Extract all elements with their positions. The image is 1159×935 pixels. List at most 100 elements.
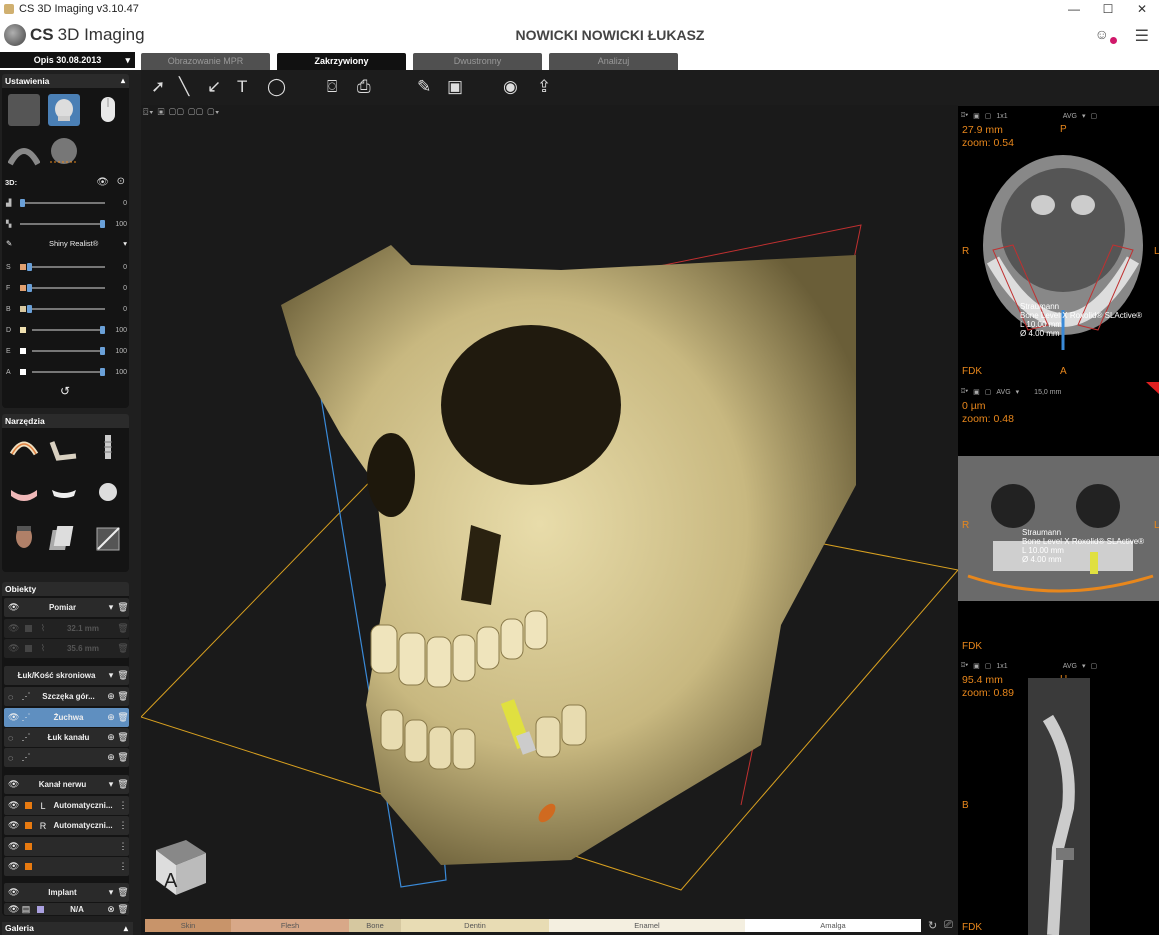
trash-icon[interactable]: 🗑: [117, 670, 129, 681]
save-icon[interactable]: ⎚: [944, 919, 953, 932]
cephalo-icon[interactable]: [48, 136, 80, 168]
orientation-cube-icon[interactable]: A: [156, 840, 206, 895]
share-icon[interactable]: ⇪: [537, 77, 551, 97]
axial-view-toolbar[interactable]: ⌼▾ ▣ ▢ 1x1 AVG ▾ ▢: [958, 108, 1159, 124]
export-icon[interactable]: ⎙: [357, 77, 371, 97]
crown-icon[interactable]: [92, 476, 124, 508]
trash-icon[interactable]: 🗑: [117, 752, 129, 763]
channel-slider-e[interactable]: E 100: [6, 344, 127, 358]
cut-tool-icon[interactable]: [92, 522, 124, 554]
nerve-row-right[interactable]: 👁 R Automatyczni... ⋮: [4, 816, 129, 835]
tools-panel: Narzędzia: [2, 414, 129, 572]
minimize-button[interactable]: —: [1057, 0, 1091, 18]
measure-row[interactable]: 👁 ⌇ 35.6 mm 🗑: [4, 639, 129, 658]
arch-row-mandible[interactable]: 👁 ⋰ Żuchwa ⊕ 🗑: [4, 708, 129, 727]
slices-icon[interactable]: [48, 522, 80, 554]
date-select[interactable]: Opis 30.08.2013: [0, 52, 135, 68]
arrow-tool-icon[interactable]: ↙: [207, 77, 221, 97]
reset-icon[interactable]: ↺: [60, 384, 70, 398]
trash-icon[interactable]: 🗑: [117, 732, 129, 743]
trash-icon[interactable]: 🗑: [117, 643, 129, 654]
preset-select[interactable]: ✎ Shiny Realist® ▾: [6, 236, 127, 250]
eye-icon[interactable]: 👁: [96, 177, 109, 188]
tools-header[interactable]: Narzędzia: [2, 414, 129, 428]
label-3d: 3D:: [5, 178, 18, 187]
trash-icon[interactable]: 🗑: [117, 691, 129, 702]
trash-icon[interactable]: 🗑: [117, 712, 129, 723]
channel-slider-a[interactable]: A 100: [6, 365, 127, 379]
nerve-group-row[interactable]: 👁 Kanał nerwu ▾ 🗑: [4, 775, 129, 794]
trash-icon[interactable]: 🗑: [117, 779, 129, 790]
cross-view-toolbar[interactable]: ⌼▾ ▣ ▢ 1x1 AVG ▾ ▢: [958, 658, 1159, 674]
pano-view-toolbar[interactable]: ⌼▾ ▣ ▢ AVG ▾ 15,0 mm: [958, 384, 1159, 400]
tab-analyze[interactable]: Analizuj: [549, 53, 678, 70]
gallery-header[interactable]: Galeria ▴: [2, 922, 133, 935]
measure-line-icon[interactable]: ╲: [179, 77, 189, 97]
view-2d-icon[interactable]: [8, 94, 40, 126]
app-header: CS 3D Imaging NOWICKI NOWICKI ŁUKASZ ☰: [0, 18, 1159, 52]
text-tool-icon[interactable]: T: [237, 77, 247, 97]
transfer-function-bar[interactable]: Skin Flesh Bone Dentin Enamel Amalga: [145, 919, 921, 932]
face-scan-icon[interactable]: [8, 522, 40, 554]
eye-icon[interactable]: 👁: [8, 602, 20, 613]
mouse-icon[interactable]: [92, 94, 124, 126]
tf-segment-dentin[interactable]: Dentin: [401, 919, 549, 932]
implant-tool-icon[interactable]: [92, 432, 124, 464]
channel-slider-s[interactable]: S0: [6, 260, 127, 274]
maximize-button[interactable]: ☐: [1091, 0, 1125, 18]
channel-slider-b[interactable]: B0: [6, 302, 127, 316]
arch-row-canal[interactable]: ◌ ⋰ Łuk kanału ⊕ 🗑: [4, 728, 129, 747]
report-icon[interactable]: ✎: [417, 77, 431, 97]
settings-header[interactable]: Ustawienia ▴: [2, 74, 129, 88]
implant-group-row[interactable]: 👁 Implant ▾ 🗑: [4, 883, 129, 902]
cross-section-image[interactable]: [1028, 678, 1090, 935]
nerve-row-4[interactable]: 👁 ⋮: [4, 857, 129, 876]
trash-icon[interactable]: 🗑: [117, 623, 129, 634]
mandible-model-icon[interactable]: [8, 476, 40, 508]
main-3d-viewport[interactable]: A: [141, 105, 958, 917]
measure-group-row[interactable]: 👁 Pomiar ▾ 🗑: [4, 598, 129, 617]
tf-segment-enamel[interactable]: Enamel: [549, 919, 745, 932]
nerve-row-3[interactable]: 👁 ⋮: [4, 837, 129, 856]
camera-icon[interactable]: ⌼: [327, 77, 337, 97]
window-title: CS 3D Imaging v3.10.47: [19, 3, 139, 15]
nerve-row-left[interactable]: 👁 L Automatyczni... ⋮: [4, 796, 129, 815]
main-toolbar: ➚ ╲ ↙ T ◯ ⌼ ⎙ ✎ ▣ ◉ ⇪: [141, 70, 1159, 106]
view-3d-skull-icon[interactable]: [48, 94, 80, 126]
quality-slider[interactable]: ▚ 100: [6, 217, 127, 231]
pointer-icon[interactable]: ➚: [151, 77, 165, 97]
measure-row[interactable]: 👁 ⌇ 32.1 mm 🗑: [4, 619, 129, 638]
arch-upper-icon[interactable]: [8, 432, 40, 464]
jaw-tool-icon[interactable]: [48, 432, 80, 464]
user-icon[interactable]: [1095, 26, 1117, 45]
trash-icon[interactable]: 🗑: [117, 887, 129, 898]
channel-slider-f[interactable]: F0: [6, 281, 127, 295]
arch-group-row[interactable]: Łuk/Kość skroniowa ▾ 🗑: [4, 666, 129, 685]
tab-curved[interactable]: Zakrzywiony: [277, 53, 406, 70]
tab-bilateral[interactable]: Dwustronny: [413, 53, 542, 70]
arch-row-empty[interactable]: ◌ ⋰ ⊕ 🗑: [4, 748, 129, 767]
close-button[interactable]: ✕: [1125, 0, 1159, 18]
volume-pano-icon[interactable]: [7, 136, 41, 168]
tf-segment-bone[interactable]: Bone: [349, 919, 401, 932]
tab-mpr[interactable]: Obrazowanie MPR: [141, 53, 270, 70]
channel-slider-d[interactable]: D 100: [6, 323, 127, 337]
opacity-slider[interactable]: ▟ 0: [6, 196, 127, 210]
target-icon[interactable]: ⊙: [117, 176, 125, 187]
tf-segment-amalga[interactable]: Amalga: [745, 919, 921, 932]
tf-segment-skin[interactable]: Skin: [145, 919, 231, 932]
viewport-toolbar[interactable]: ⌼▾ ▣ ▢▢ ▢▢ ▢▾: [143, 107, 220, 118]
arch-row-upper[interactable]: ◌ ⋰ Szczęka gór... ⊕ 🗑: [4, 687, 129, 706]
prosthesis-icon[interactable]: [48, 476, 80, 508]
menu-icon[interactable]: ☰: [1135, 26, 1149, 46]
crosshair-icon: ⊕: [107, 691, 115, 701]
trash-icon[interactable]: 🗑: [117, 602, 129, 613]
skull-render[interactable]: A: [141, 105, 958, 917]
circle-tool-icon[interactable]: ◯: [267, 77, 286, 97]
disc-icon[interactable]: ◉: [503, 77, 518, 97]
reset-icon[interactable]: ↻: [928, 919, 937, 932]
objects-header[interactable]: Obiekty: [2, 582, 129, 596]
implant-row[interactable]: 👁 ▤ N/A ⊗ 🗑: [4, 903, 129, 915]
clipboard-icon[interactable]: ▣: [447, 77, 463, 97]
tf-segment-flesh[interactable]: Flesh: [231, 919, 349, 932]
